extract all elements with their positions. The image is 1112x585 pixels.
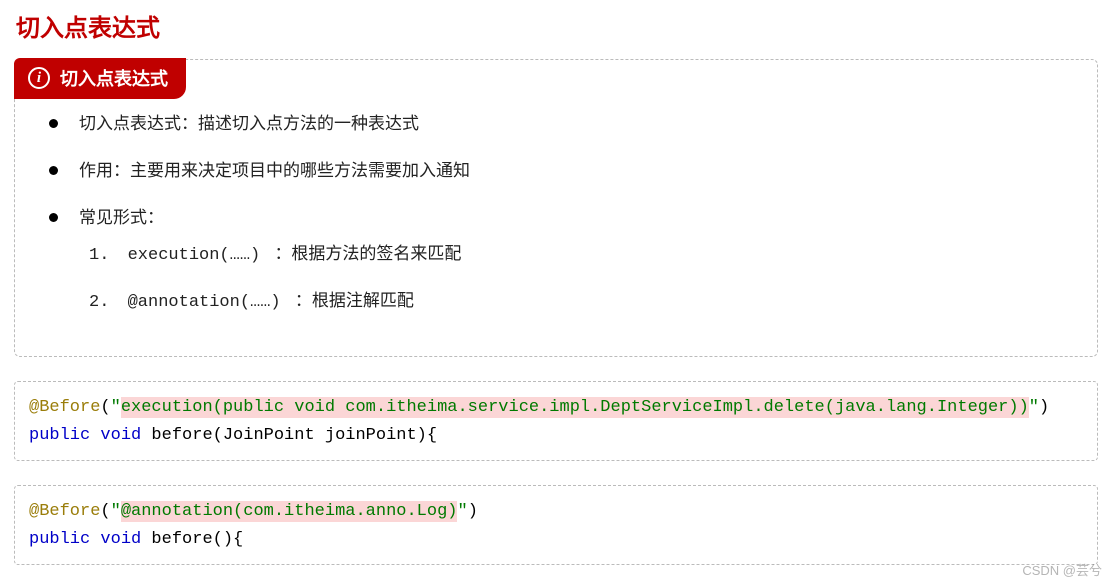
code-block-2: @Before("@annotation(com.itheima.anno.Lo…: [14, 485, 1098, 565]
item-number: 1.: [89, 246, 109, 265]
bullet-item: 切入点表达式：描述切入点方法的一种表达式: [43, 110, 1069, 137]
code-line: public void before(JoinPoint joinPoint){: [29, 422, 1083, 450]
info-badge-text: 切入点表达式: [60, 65, 168, 91]
code-block-1: @Before("execution(public void com.ithei…: [14, 381, 1098, 461]
keyword-token: void: [100, 426, 141, 445]
numbered-item: 1. execution(……) ：根据方法的签名来匹配: [89, 240, 1069, 269]
highlighted-expression: @annotation(com.itheima.anno.Log): [121, 501, 458, 522]
keyword-token: void: [100, 530, 141, 549]
code-line: @Before("@annotation(com.itheima.anno.Lo…: [29, 498, 1083, 526]
quote-token: ": [111, 398, 121, 417]
bullet-list: 切入点表达式：描述切入点方法的一种表达式 作用：主要用来决定项目中的哪些方法需要…: [43, 110, 1069, 316]
annotation-token: @Before: [29, 398, 100, 417]
paren-token: ): [1039, 398, 1049, 417]
code-text: before(){: [141, 530, 243, 549]
bullet-text: 切入点表达式：描述切入点方法的一种表达式: [79, 114, 419, 133]
paren-token: (: [100, 398, 110, 417]
item-desc: ：根据方法的签名来匹配: [274, 244, 461, 263]
item-code: @annotation(……): [128, 293, 291, 312]
quote-token: ": [1029, 398, 1039, 417]
code-text: before(JoinPoint joinPoint){: [141, 426, 437, 445]
item-desc: ：根据注解匹配: [295, 291, 414, 310]
item-code: execution(……): [128, 246, 261, 265]
code-line: @Before("execution(public void com.ithei…: [29, 394, 1083, 422]
bullet-item: 作用：主要用来决定项目中的哪些方法需要加入通知: [43, 157, 1069, 184]
keyword-token: public: [29, 426, 90, 445]
bullet-text: 常见形式：: [79, 208, 164, 227]
quote-token: ": [457, 502, 467, 521]
info-badge: i 切入点表达式: [14, 58, 186, 99]
paren-token: ): [468, 502, 478, 521]
numbered-item: 2. @annotation(……) ：根据注解匹配: [89, 287, 1069, 316]
keyword-token: public: [29, 530, 90, 549]
bullet-text: 作用：主要用来决定项目中的哪些方法需要加入通知: [79, 161, 470, 180]
item-number: 2.: [89, 293, 109, 312]
bullet-item: 常见形式： 1. execution(……) ：根据方法的签名来匹配 2. @a…: [43, 204, 1069, 316]
annotation-token: @Before: [29, 502, 100, 521]
code-line: public void before(){: [29, 526, 1083, 554]
paren-token: (: [100, 502, 110, 521]
info-box: i 切入点表达式 切入点表达式：描述切入点方法的一种表达式 作用：主要用来决定项…: [14, 59, 1098, 357]
quote-token: ": [111, 502, 121, 521]
highlighted-expression: execution(public void com.itheima.servic…: [121, 397, 1029, 418]
numbered-list: 1. execution(……) ：根据方法的签名来匹配 2. @annotat…: [89, 240, 1069, 316]
info-icon: i: [28, 67, 50, 89]
page-title: 切入点表达式: [16, 8, 1098, 43]
